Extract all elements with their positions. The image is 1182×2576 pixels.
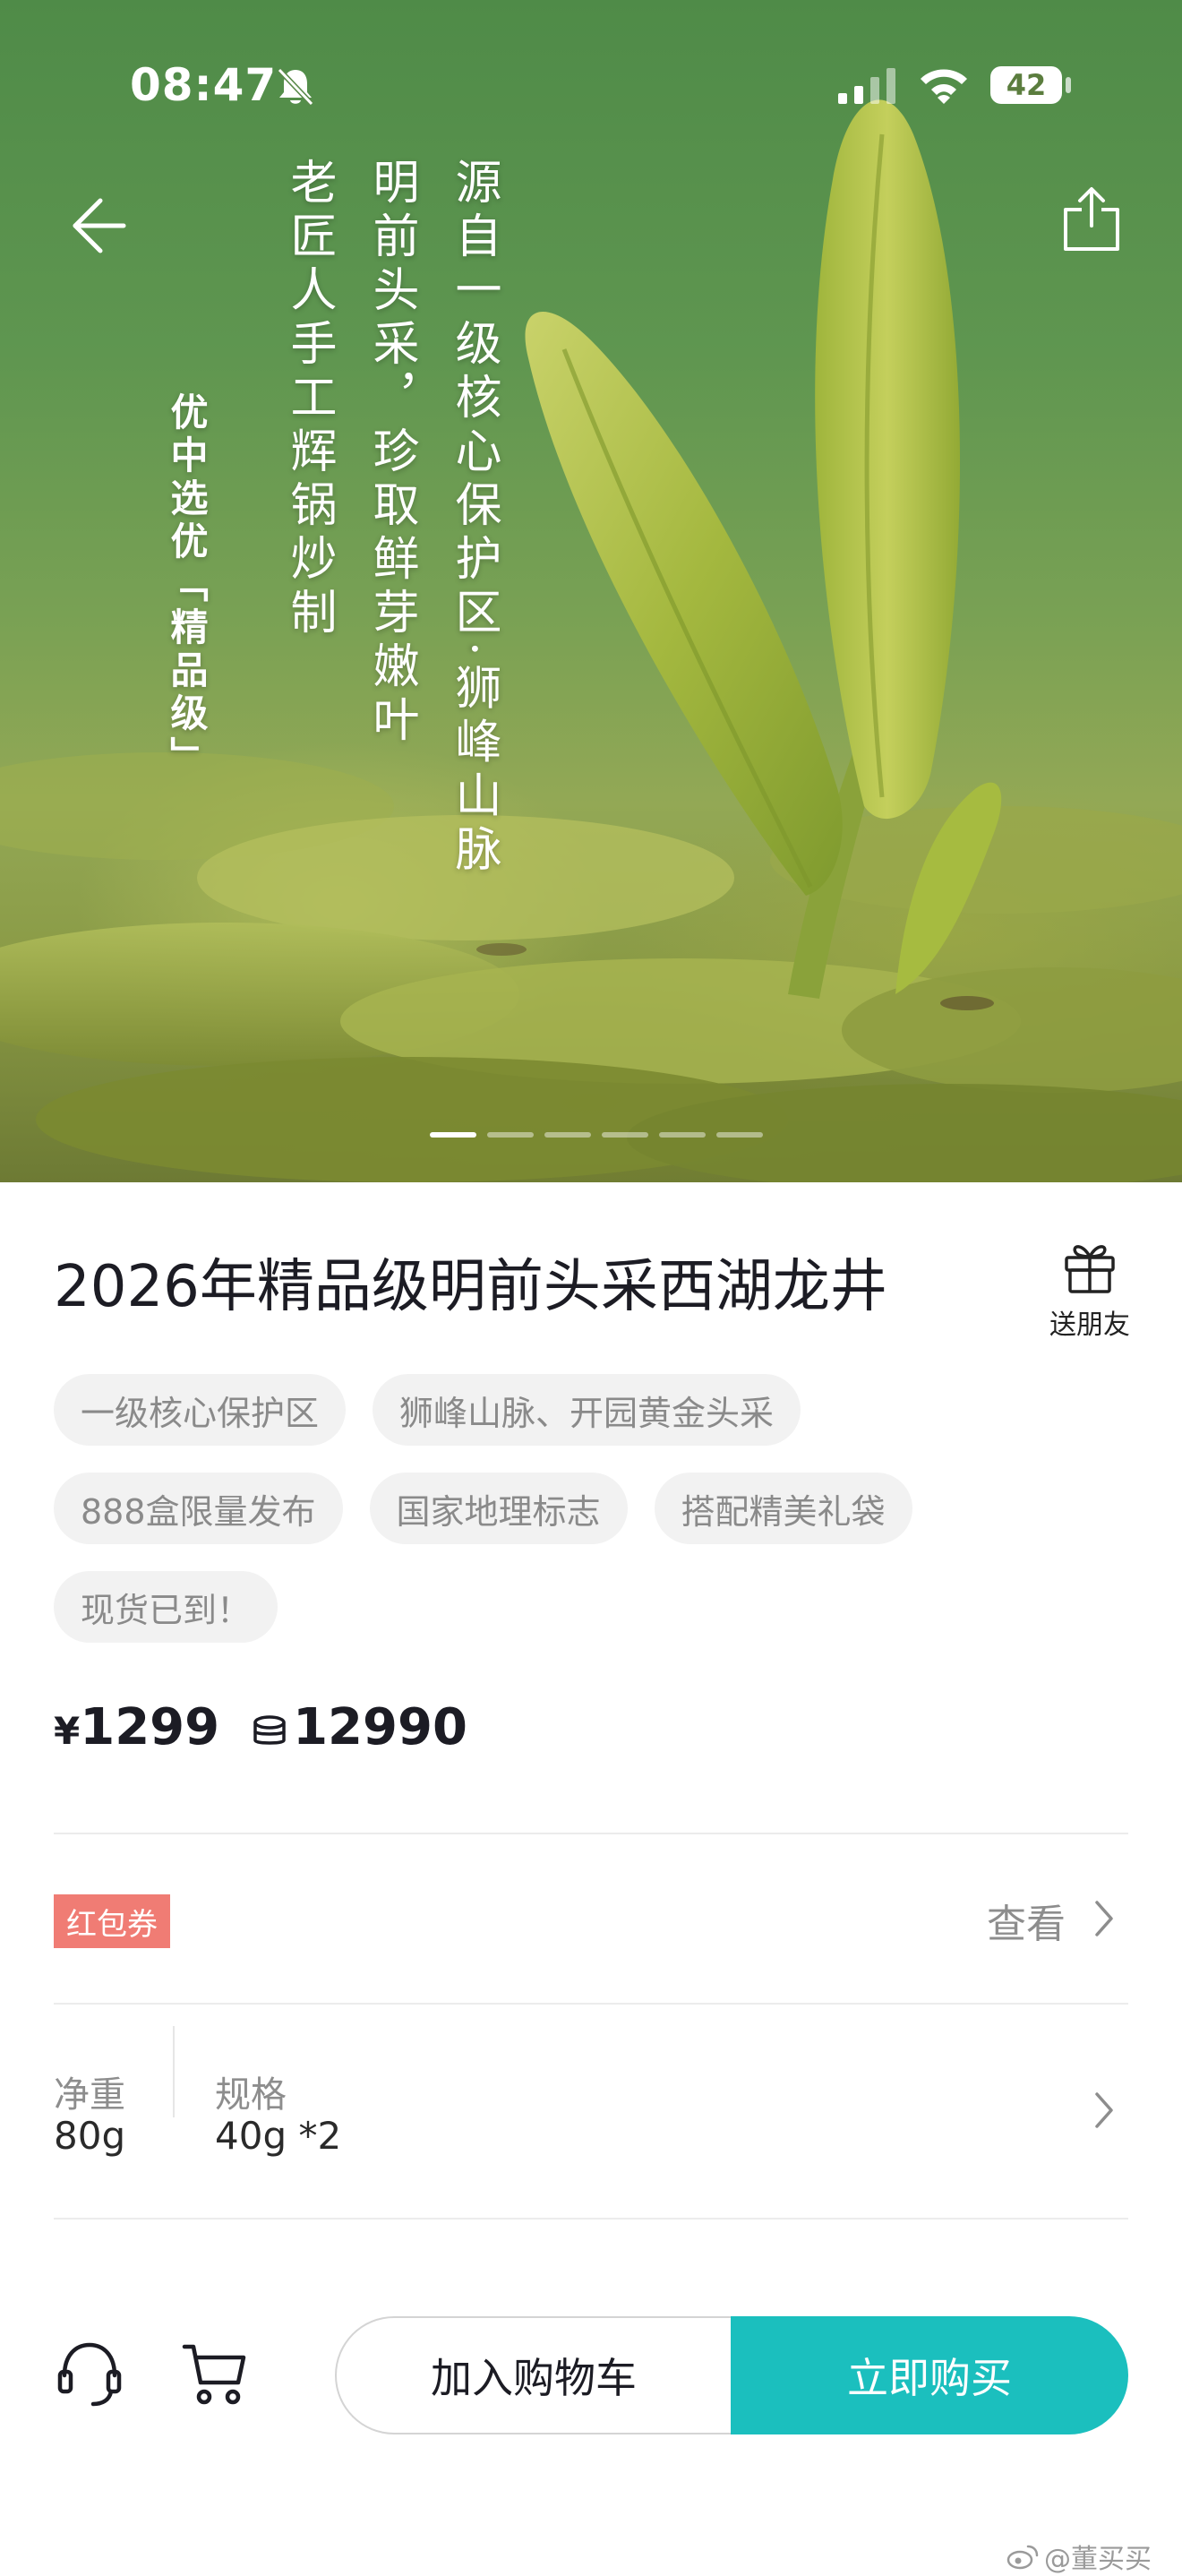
currency-symbol: ¥ [54,1709,81,1753]
hero-line-4: 优中选优「精品级」 [165,392,209,779]
battery-icon: 42 [990,66,1062,104]
battery-nub [1066,77,1071,93]
chevron-right-icon [1095,1901,1113,1936]
feature-tag: 搭配精美礼袋 [654,1473,912,1544]
divider [54,2003,1128,2005]
hero-line-1: 源自一级核心保护区·狮峰山脉 [447,158,501,879]
feature-tag: 888盒限量发布 [54,1473,343,1544]
coupon-view-link[interactable]: 查看 [987,1892,1066,1949]
battery-level: 42 [1006,68,1047,102]
carousel-indicator [430,1132,763,1138]
feature-tag: 现货已到！ [54,1571,278,1643]
price-value: 1299 [80,1698,220,1756]
wifi-icon [921,69,967,104]
feature-tags: 一级核心保护区 狮峰山脉、开园黄金头采 888盒限量发布 国家地理标志 搭配精美… [54,1374,1128,1670]
chevron-right-icon [1095,2092,1113,2128]
product-title: 2026年精品级明前头采西湖龙井 [54,1254,887,1320]
carousel-dot[interactable] [716,1132,763,1138]
spec-label: 规格 [215,2074,287,2116]
send-friend-button[interactable]: 送朋友 [1048,1238,1132,1342]
divider [54,1833,1128,1834]
coin-price-value: 12990 [293,1698,467,1756]
carousel-dot[interactable] [544,1132,591,1138]
carousel-dot[interactable] [659,1132,706,1138]
watermark: @董买买 [1006,2537,1152,2576]
customer-service-icon[interactable] [56,2340,124,2408]
back-arrow-icon[interactable] [64,193,129,258]
coin-icon [253,1715,286,1745]
signal-icon [838,68,895,104]
bell-slash-icon [277,67,314,107]
spec-separator [173,2026,175,2117]
add-to-cart-button[interactable]: 加入购物车 [335,2316,731,2434]
watermark-text: @董买买 [1044,2544,1152,2575]
product-image-carousel[interactable]: 08:47 42 源自一级核心保护区·狮峰山脉 明前头采，珍取鲜芽嫩叶 老匠人手… [0,0,1182,1182]
buy-now-button[interactable]: 立即购买 [731,2316,1128,2434]
feature-tag: 狮峰山脉、开园黄金头采 [373,1374,801,1446]
hero-line-3: 老匠人手工辉锅炒制 [282,158,336,641]
hero-line-2: 明前头采，珍取鲜芽嫩叶 [364,158,418,749]
feature-tag: 国家地理标志 [369,1473,628,1544]
cart-icon[interactable] [181,2340,249,2408]
feature-tag: 一级核心保护区 [54,1374,347,1446]
weibo-logo-icon [1006,2545,1039,2570]
price-row: ¥ 1299 12990 [54,1698,500,1756]
carousel-dot[interactable] [602,1132,648,1138]
share-icon[interactable] [1060,185,1123,253]
gift-icon [1065,1245,1115,1293]
spec-value: 40g *2 [215,2114,342,2158]
status-time: 08:47 [130,59,278,111]
carousel-dot[interactable] [430,1132,476,1138]
send-friend-label: 送朋友 [1049,1309,1130,1341]
coupon-badge: 红包券 [54,1894,170,1948]
carousel-dot[interactable] [487,1132,534,1138]
net-weight-value: 80g [54,2114,126,2158]
divider [54,2218,1128,2220]
net-weight-label: 净重 [54,2074,125,2116]
